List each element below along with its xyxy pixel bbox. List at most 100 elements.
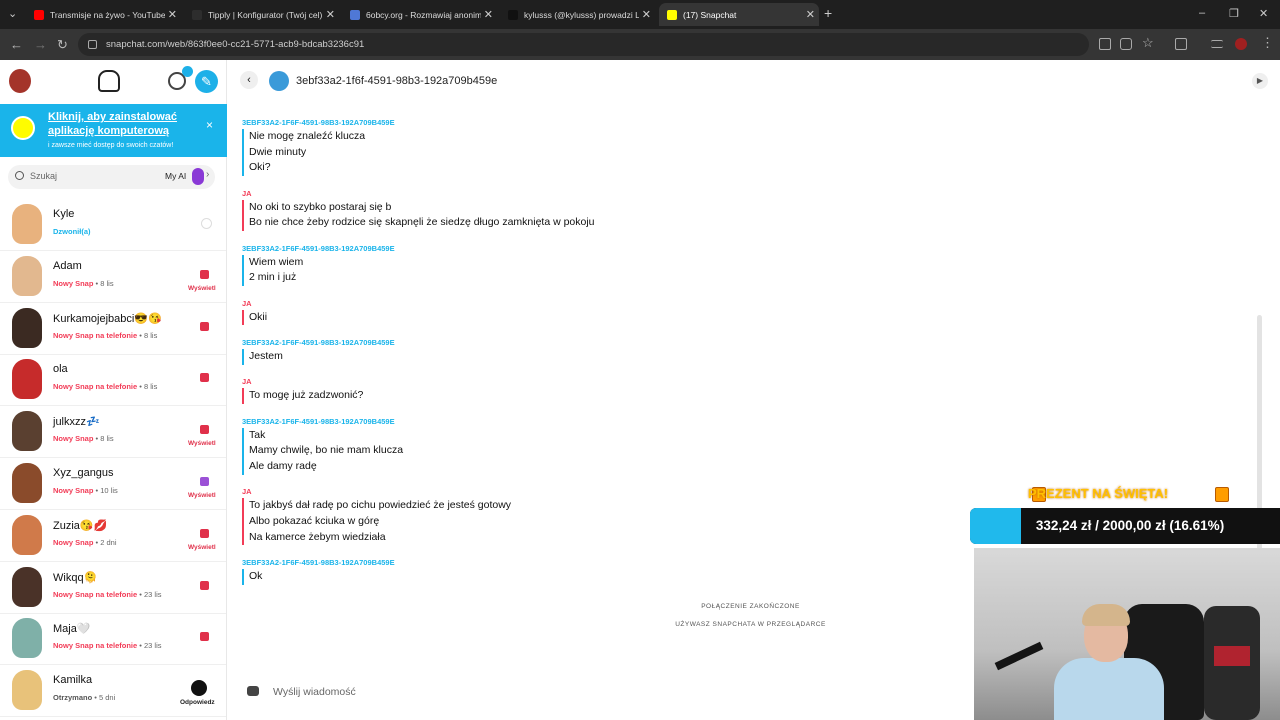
friend-bitmoji-avatar[interactable] xyxy=(12,411,42,452)
message-line: To jakbyś dał radę po cichu powiedzieć ż… xyxy=(249,499,512,512)
close-window-icon[interactable]: ✕ xyxy=(1259,7,1268,20)
message-bubble[interactable]: To jakbyś dał radę po cichu powiedzieć ż… xyxy=(242,498,512,546)
new-tab-button[interactable]: + xyxy=(824,5,832,21)
friend-bitmoji-avatar[interactable] xyxy=(12,204,42,244)
new-snap-icon[interactable] xyxy=(200,580,209,590)
install-app-banner[interactable]: Kliknij, aby zainstalować aplikację komp… xyxy=(0,104,227,157)
message-bubble[interactable]: Wiem wiem 2 min i już xyxy=(242,254,303,287)
call-status-icon[interactable] xyxy=(201,218,212,229)
friend-list-item[interactable]: Adam Nowy Snap • 8 lis Wyświetl xyxy=(0,251,226,303)
message-sender: JA xyxy=(242,487,252,497)
message-input[interactable] xyxy=(273,679,963,705)
friend-bitmoji-avatar[interactable] xyxy=(12,670,42,711)
friend-list-item[interactable]: Zuzia😘💋 Nowy Snap • 2 dni Wyświetl xyxy=(0,510,226,562)
browser-tab[interactable]: (17) Snapchat ✕ xyxy=(659,3,819,26)
message-bubble[interactable]: Jestem xyxy=(242,349,283,365)
media-controls-icon[interactable] xyxy=(1211,40,1223,48)
message-bubble[interactable]: To mogę już zadzwonić? xyxy=(242,388,363,404)
friend-action-label[interactable]: Wyświetl xyxy=(188,544,216,551)
extensions-icon[interactable] xyxy=(1175,38,1187,50)
profile-avatar-icon[interactable] xyxy=(1235,38,1247,50)
friend-bitmoji-avatar[interactable] xyxy=(12,514,42,555)
new-snap-icon[interactable] xyxy=(200,632,209,642)
browser-tab[interactable]: Tipply | Konfigurator (Twój cel) ✕ xyxy=(184,3,339,26)
reply-camera-icon[interactable] xyxy=(191,680,207,697)
friend-list-item[interactable]: Xyz_gangus Nowy Snap • 10 lis Wyświetl xyxy=(0,458,226,510)
friend-action-label[interactable]: Wyświetl xyxy=(188,492,216,499)
friend-action-label[interactable]: Wyświetl xyxy=(188,285,216,292)
back-button[interactable]: ‹ xyxy=(240,71,258,89)
message-bubble[interactable]: Tak Mamy chwilę, bo nie mam klucza Ale dam… xyxy=(242,427,404,475)
close-tab-icon[interactable]: ✕ xyxy=(642,8,651,21)
friend-list-item[interactable]: Maja🤍 Nowy Snap na telefonie • 23 lis xyxy=(0,613,226,666)
friend-list-item[interactable]: Kyle Dzwonił(a) xyxy=(0,199,226,251)
friend-action-label[interactable]: Wyświetl xyxy=(188,440,216,447)
browser-tab[interactable]: 6obcy.org - Rozmawiaj anonim ✕ xyxy=(342,3,497,26)
reload-icon[interactable]: ↻ xyxy=(57,37,68,53)
close-tab-icon[interactable]: ✕ xyxy=(326,8,335,21)
close-tab-icon[interactable]: ✕ xyxy=(484,8,493,21)
back-icon[interactable]: ← xyxy=(10,37,23,52)
chat-options-icon[interactable]: ▶ xyxy=(1252,73,1268,89)
gaming-chair-red xyxy=(1204,606,1260,720)
friend-list-item[interactable]: Wikqq🫠 Nowy Snap na telefonie • 23 lis xyxy=(0,562,226,614)
my-bitmoji-avatar[interactable] xyxy=(9,69,31,93)
bookmark-star-icon[interactable]: ☆ xyxy=(1142,35,1154,51)
site-info-icon[interactable] xyxy=(88,40,97,49)
friend-list-item[interactable]: Kurkamojejbabci😎😘 Nowy Snap na telefonie … xyxy=(0,303,226,355)
chat-partner-avatar[interactable] xyxy=(269,71,289,91)
snapchat-logo-icon xyxy=(11,116,35,140)
chevron-right-icon[interactable]: › xyxy=(206,169,209,180)
friend-bitmoji-avatar[interactable] xyxy=(12,359,42,400)
friend-name: ola xyxy=(53,363,68,376)
new-snap-icon[interactable] xyxy=(200,528,209,538)
friend-bitmoji-avatar[interactable] xyxy=(12,255,42,296)
browser-tab[interactable]: Transmisje na żywo - YouTube S ✕ xyxy=(26,3,181,26)
camera-icon[interactable] xyxy=(247,686,259,696)
install-app-icon[interactable] xyxy=(1099,38,1111,50)
close-banner-icon[interactable]: × xyxy=(206,118,213,132)
message-sender: JA xyxy=(242,298,252,308)
restore-icon[interactable]: ❐ xyxy=(1229,7,1239,20)
new-snap-icon[interactable] xyxy=(200,477,209,486)
friend-list-item[interactable]: julkxzz💤 Nowy Snap • 8 lis Wyświetl xyxy=(0,406,226,459)
translate-icon[interactable] xyxy=(1120,38,1132,50)
message-line: Mamy chwilę, bo nie mam klucza xyxy=(249,444,404,457)
my-ai-avatar[interactable] xyxy=(192,168,204,185)
message-line: Oki? xyxy=(249,161,271,174)
friend-list-item[interactable]: ola Nowy Snap na telefonie • 8 lis xyxy=(0,354,226,407)
friend-bitmoji-avatar[interactable] xyxy=(12,307,42,348)
friend-action-label[interactable]: Odpowiedz xyxy=(180,699,215,706)
close-tab-icon[interactable]: ✕ xyxy=(168,8,177,21)
friend-list-item[interactable]: Kamilka Otrzymano • 5 dni Odpowiedz xyxy=(0,665,226,718)
my-ai-label[interactable]: My AI xyxy=(165,171,186,181)
url-field[interactable]: snapchat.com/web/863f0ee0-cc21-5771-acb9… xyxy=(78,33,1089,56)
chat-title[interactable]: 3ebf33a2-1f6f-4591-98b3-192a709b459e xyxy=(296,75,497,87)
message-bubble[interactable]: Ok xyxy=(242,569,262,585)
search-bar[interactable]: Szukaj My AI › xyxy=(8,165,215,189)
friend-bitmoji-avatar[interactable] xyxy=(12,566,42,607)
browser-tab[interactable]: kylusss (@kylusss) prowadzi LIV ✕ xyxy=(500,3,655,26)
new-snap-icon[interactable] xyxy=(200,321,209,331)
new-snap-icon[interactable] xyxy=(200,269,209,279)
message-bubble[interactable]: Nie mogę znaleźć klucza Dwie minuty Oki? xyxy=(242,129,365,177)
message-line: 2 min i już xyxy=(249,271,297,284)
message-bubble[interactable]: No oki to szybko postaraj się b Bo nie ch… xyxy=(242,199,595,232)
friend-status: Nowy Snap • 8 lis xyxy=(53,434,114,443)
forward-icon[interactable]: → xyxy=(34,37,47,52)
minimize-icon[interactable]: – xyxy=(1199,7,1205,19)
search-placeholder[interactable]: Szukaj xyxy=(30,171,57,181)
friend-bitmoji-avatar[interactable] xyxy=(12,618,42,659)
menu-kebab-icon[interactable]: ⋮ xyxy=(1261,35,1274,51)
friend-status: Nowy Snap na telefonie • 8 lis xyxy=(53,331,157,340)
new-chat-button[interactable]: ✎ xyxy=(195,70,218,93)
add-friend-icon[interactable] xyxy=(168,66,193,90)
close-tab-icon[interactable]: ✕ xyxy=(806,8,815,21)
friend-bitmoji-avatar[interactable] xyxy=(12,463,42,503)
new-snap-icon[interactable] xyxy=(200,373,209,383)
message-bubble[interactable]: Okii xyxy=(242,309,268,326)
new-snap-icon[interactable] xyxy=(200,425,209,435)
message-line: Okii xyxy=(249,310,268,323)
tab-search-icon[interactable]: ⌄ xyxy=(8,7,17,20)
install-app-title[interactable]: Kliknij, aby zainstalować aplikację komp… xyxy=(48,110,188,138)
